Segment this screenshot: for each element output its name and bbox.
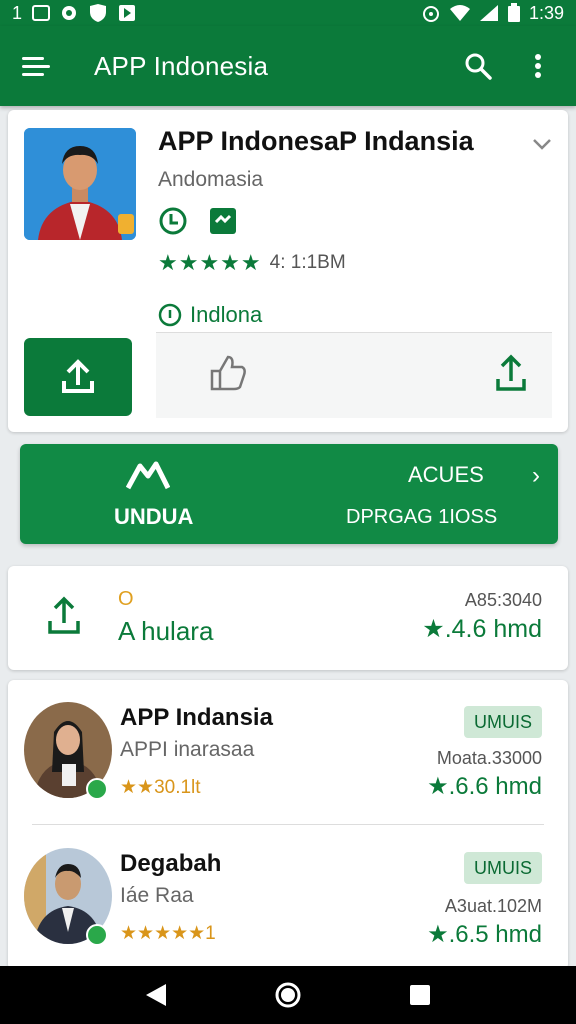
item-subtitle: APPI inarasaa	[120, 738, 255, 761]
action-strip	[156, 332, 552, 418]
menu-icon[interactable]	[22, 48, 58, 84]
upload-icon	[62, 359, 94, 393]
item-name: Degabah	[120, 850, 222, 877]
app-photo	[24, 128, 136, 240]
rating-text: 4: 1:1BM	[269, 252, 346, 273]
search-icon[interactable]	[462, 50, 494, 82]
share-label: A hulara	[118, 616, 214, 646]
divider	[32, 824, 544, 825]
app-bar: APP Indonesia	[0, 26, 576, 106]
status-time: 1:39	[528, 2, 564, 23]
category-label: Indlona	[190, 302, 263, 327]
notification-icon	[32, 5, 51, 21]
clock-icon	[158, 206, 188, 236]
editors-choice-icon	[208, 206, 238, 236]
share-dot: O	[118, 588, 134, 610]
banner-button-label: UNDUA	[114, 504, 194, 529]
status-left-text: 1	[12, 2, 23, 23]
shield-icon	[90, 4, 107, 22]
app-detail-card: APP IndonesaP Indansia Andomasia ★★★★★ 4…	[8, 110, 568, 432]
share-icon	[48, 596, 80, 634]
download-banner[interactable]: UNDUA ACUES DPRGAG 1IOSS ›	[20, 444, 558, 544]
navigation-bar	[0, 966, 576, 1024]
play-store-icon	[119, 5, 136, 21]
verified-badge-icon	[86, 778, 108, 800]
more-vert-icon[interactable]	[522, 50, 554, 82]
item-rating: ★.6.5 hmd	[427, 921, 542, 948]
download-graph-icon	[126, 461, 170, 490]
share-card[interactable]: O A hulara A85:3040 ★.4.6 hmd	[8, 566, 568, 670]
category-link[interactable]: Indlona	[158, 302, 262, 328]
list-item[interactable]: APP Indansia APPI inarasaa ★★30.1lt UMUI…	[8, 690, 568, 820]
developer-name[interactable]: Andomasia	[158, 168, 263, 192]
thumbs-up-icon[interactable]	[206, 353, 250, 398]
item-meta: Moata.33000	[436, 748, 542, 768]
share-rating: ★.4.6 hmd	[422, 615, 542, 643]
rating-row: ★★★★★ 4: 1:1BM	[158, 250, 346, 276]
battery-icon	[507, 3, 520, 22]
share-icon[interactable]	[494, 353, 528, 398]
list-item[interactable]: Degabah Iáe Raa ★★★★★1 UMUIS A3uat.102M …	[8, 836, 568, 966]
alarm-icon	[422, 6, 439, 22]
install-button[interactable]: UMUIS	[464, 852, 542, 884]
info-icon	[158, 303, 182, 327]
item-rating: ★.6.6 hmd	[427, 773, 542, 800]
install-button[interactable]: UMUIS	[464, 706, 542, 738]
item-subtitle: Iáe Raa	[120, 884, 194, 907]
item-name: APP Indansia	[120, 704, 273, 731]
chevron-down-icon[interactable]	[530, 132, 554, 156]
recents-icon[interactable]	[400, 975, 440, 1015]
install-button[interactable]	[24, 338, 132, 416]
app-name: APP IndonesaP Indansia	[158, 126, 474, 156]
item-stars: ★★★★★1	[120, 923, 216, 944]
signal-icon	[479, 5, 498, 21]
item-meta: A3uat.102M	[444, 896, 542, 916]
chevron-right-icon: ›	[532, 462, 540, 489]
app-bar-title: APP Indonesia	[94, 50, 269, 81]
app-list-card: APP Indansia APPI inarasaa ★★30.1lt UMUI…	[8, 680, 568, 970]
verified-badge-icon	[86, 924, 108, 946]
wifi-icon	[449, 5, 470, 21]
status-bar: 1 1:39	[0, 0, 576, 26]
share-meta: A85:3040	[464, 590, 542, 610]
record-icon	[62, 6, 77, 20]
back-icon[interactable]	[136, 975, 176, 1015]
banner-sub-label: DPRGAG 1IOSS	[346, 506, 498, 528]
home-icon[interactable]	[268, 975, 308, 1015]
banner-access-label: ACUES	[408, 462, 484, 487]
rating-stars: ★★★★★	[158, 250, 262, 275]
item-stars: ★★30.1lt	[120, 777, 201, 798]
